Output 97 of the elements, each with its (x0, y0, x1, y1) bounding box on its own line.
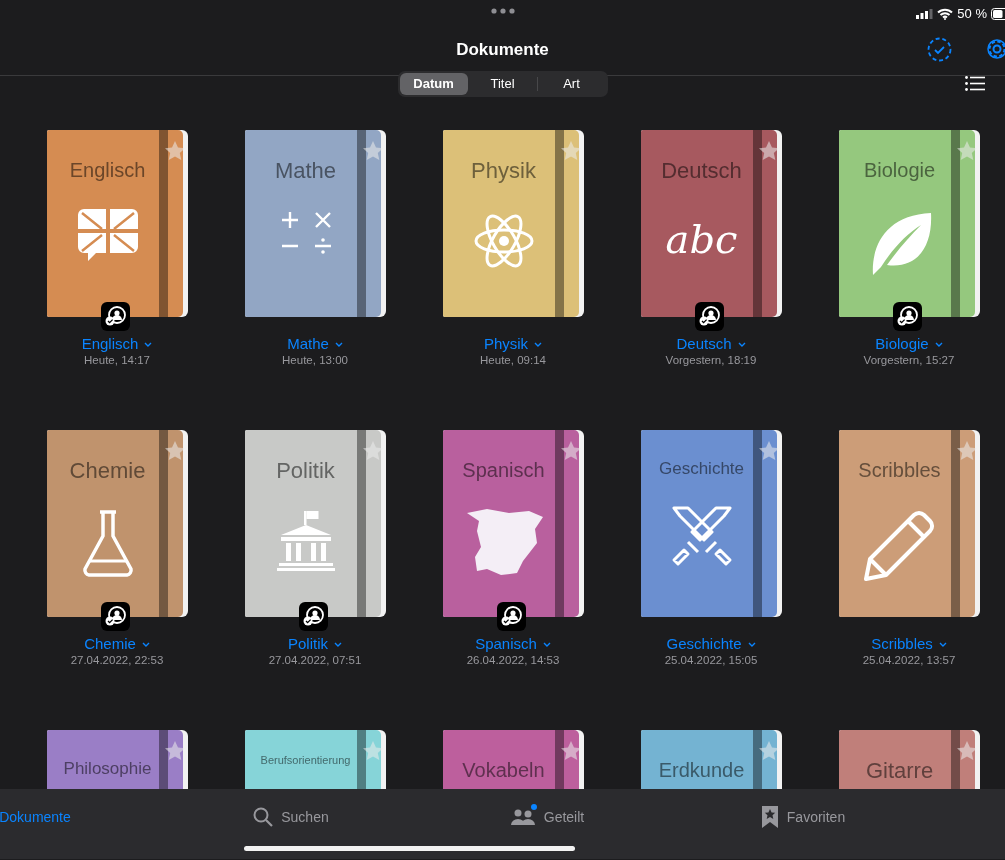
modified-date: Vorgestern, 18:19 (665, 353, 757, 368)
cover-title: Politik (276, 457, 336, 485)
favorite-star-icon[interactable] (361, 140, 384, 162)
favorite-star-icon[interactable] (163, 440, 186, 462)
sort-tab[interactable]: Titel (468, 73, 537, 95)
notebook-cover[interactable]: Politik (244, 430, 386, 617)
notebook-cover[interactable]: Deutsch abc (640, 130, 782, 317)
tab-bar-item[interactable]: Dokumente (0, 805, 71, 829)
notebook-name[interactable]: Physik (483, 335, 529, 353)
modified-date: 25.04.2022, 15:05 (664, 653, 758, 668)
notebook-cover[interactable]: Englisch (46, 130, 188, 317)
sort-tab[interactable]: Datum (399, 73, 468, 95)
list-view-icon[interactable] (965, 76, 985, 91)
cover-title: Chemie (69, 457, 147, 485)
favorite-star-icon[interactable] (163, 140, 186, 162)
notebook-cover[interactable]: Philosophie (46, 730, 188, 789)
cover-title: Scribbles (858, 458, 942, 483)
page-title: Dokumente (456, 39, 549, 62)
modified-date: 27.04.2022, 07:51 (268, 653, 362, 668)
notebook-name[interactable]: Deutsch (676, 335, 732, 353)
notebook-cover[interactable]: Mathe (244, 130, 386, 317)
notebook-cover[interactable]: Chemie (46, 430, 188, 617)
favorite-star-icon[interactable] (361, 440, 384, 462)
chevron-down-icon[interactable] (934, 341, 943, 347)
favorite-star-icon[interactable] (559, 440, 582, 462)
favorite-star-icon[interactable] (559, 140, 582, 162)
notebook-cover[interactable]: Gitarre (838, 730, 980, 789)
sort-tab[interactable]: Art (537, 73, 606, 95)
chevron-down-icon[interactable] (534, 341, 543, 347)
modified-date: Heute, 13:00 (282, 353, 348, 368)
modified-date: 25.04.2022, 13:57 (862, 653, 956, 668)
chevron-down-icon[interactable] (144, 341, 153, 347)
favorite-star-icon[interactable] (757, 740, 780, 762)
cover-title: Erdkunde (658, 758, 746, 783)
people-icon (509, 808, 536, 826)
cover-title: Philosophie (63, 758, 153, 780)
battery-percentage: 50 % (957, 5, 987, 23)
notebook-cover[interactable]: Vokabeln (442, 730, 584, 789)
favorite-star-icon[interactable] (163, 740, 186, 762)
notebook-name[interactable]: Scribbles (871, 635, 933, 653)
chevron-down-icon[interactable] (334, 341, 343, 347)
favorite-star-icon[interactable] (757, 140, 780, 162)
notebook-cover[interactable]: Erdkunde (640, 730, 782, 789)
chevron-down-icon[interactable] (938, 641, 947, 647)
chevron-down-icon[interactable] (737, 341, 746, 347)
battery-icon (991, 7, 1005, 20)
notebook-name[interactable]: Geschichte (666, 635, 742, 653)
chevron-down-icon[interactable] (141, 641, 150, 647)
notebook-cover[interactable]: Berufsorientierung (244, 730, 386, 789)
favorite-star-icon[interactable] (955, 140, 978, 162)
notebook-name[interactable]: Politik (288, 635, 328, 653)
favorite-star-icon[interactable] (559, 740, 582, 762)
chevron-down-icon[interactable] (334, 641, 342, 647)
select-check-icon[interactable] (927, 37, 952, 62)
wifi-icon (937, 7, 954, 20)
modified-date: Vorgestern, 15:27 (863, 353, 955, 368)
cover-title: Deutsch (661, 157, 743, 185)
cover-text: abc (665, 215, 738, 264)
chevron-down-icon[interactable] (542, 641, 551, 647)
cover-title: Physik (471, 157, 537, 185)
notebook-name[interactable]: Biologie (875, 335, 929, 353)
more-dots-icon[interactable] (490, 8, 515, 14)
cover-title: Gitarre (865, 757, 935, 785)
modified-date: 27.04.2022, 22:53 (70, 653, 164, 668)
search-icon (253, 807, 274, 827)
chevron-down-icon[interactable] (747, 641, 756, 647)
cover-title: Englisch (69, 158, 147, 183)
favorite-star-icon[interactable] (955, 440, 978, 462)
tab-bar-item[interactable]: Suchen (253, 805, 329, 829)
signal-icon (916, 8, 934, 19)
cover-title: Biologie (863, 158, 937, 183)
notebook-name[interactable]: Spanisch (475, 635, 537, 653)
notebook-cover[interactable]: Biologie (838, 130, 980, 317)
notebook-cover[interactable]: Spanisch (442, 430, 584, 617)
notebook-name[interactable]: Englisch (81, 335, 139, 353)
favorite-star-icon[interactable] (955, 740, 978, 762)
cover-title: Mathe (274, 157, 338, 185)
cover-title: Vokabeln (462, 758, 546, 783)
notebook-cover[interactable]: Physik (442, 130, 584, 317)
notebook-cover[interactable]: Scribbles (838, 430, 980, 617)
tab-bar-item[interactable]: Geteilt (509, 805, 585, 829)
notebook-cover[interactable]: Geschichte (640, 430, 782, 617)
modified-date: Heute, 14:17 (84, 353, 150, 368)
flag-speech-bubble-icon (75, 207, 140, 263)
cover-title: Spanisch (462, 458, 546, 483)
modified-date: Heute, 09:14 (480, 353, 546, 368)
building-icon (276, 509, 335, 571)
tab-bar-item[interactable]: Favoriten (760, 805, 846, 829)
bookmark-star-icon (760, 805, 779, 829)
favorite-star-icon[interactable] (757, 440, 780, 462)
cover-title: Berufsorientierung (260, 753, 352, 768)
settings-icon[interactable] (985, 37, 1005, 61)
notebook-name[interactable]: Mathe (287, 335, 329, 353)
cover-title: Geschichte (658, 458, 745, 480)
modified-date: 26.04.2022, 14:53 (466, 653, 560, 668)
notebook-name[interactable]: Chemie (84, 635, 136, 653)
favorite-star-icon[interactable] (361, 740, 384, 762)
